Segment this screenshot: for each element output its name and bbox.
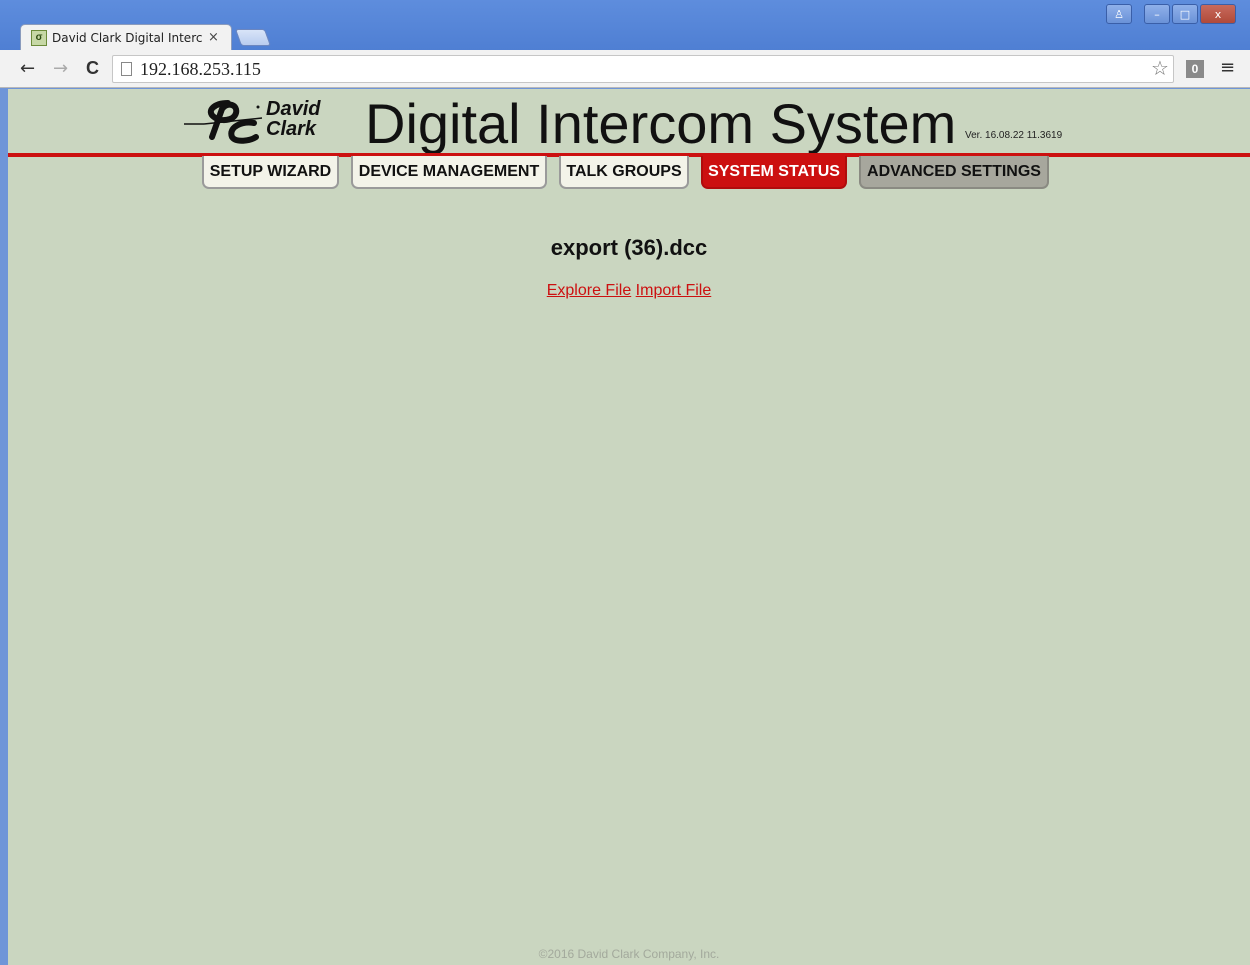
logo-wordmark: David Clark: [266, 99, 320, 139]
close-window-button[interactable]: x: [1200, 4, 1236, 24]
file-actions: Explore File Import File: [8, 282, 1250, 300]
tab-title: David Clark Digital Intercom: [52, 30, 202, 45]
logo-line-david: David: [266, 98, 321, 120]
browser-menu-icon[interactable]: ≡: [1220, 57, 1235, 78]
user-profile-icon[interactable]: ♙: [1106, 4, 1132, 24]
reload-icon[interactable]: C: [86, 58, 99, 79]
version-label: Ver. 16.08.22 11.3619: [965, 130, 1063, 141]
forward-arrow-icon[interactable]: →: [53, 58, 68, 79]
browser-tab[interactable]: σ David Clark Digital Intercom ×: [20, 24, 232, 50]
import-file-link[interactable]: Import File: [636, 282, 712, 299]
explore-file-link[interactable]: Explore File: [547, 282, 631, 299]
browser-titlebar: σ David Clark Digital Intercom × ♙ – □ x: [0, 0, 1250, 50]
window-controls: ♙ – □ x: [1106, 4, 1236, 24]
page-viewport: David Clark Digital Intercom System Ver.…: [8, 89, 1250, 965]
new-tab-button[interactable]: [234, 29, 272, 46]
site-title: Digital Intercom System: [365, 92, 957, 155]
nav-tab-advanced-settings[interactable]: ADVANCED SETTINGS: [859, 156, 1049, 189]
nav-tab-setup-wizard[interactable]: SETUP WIZARD: [202, 156, 339, 189]
nav-tab-system-status[interactable]: SYSTEM STATUS: [701, 156, 847, 189]
nav-tab-talk-groups[interactable]: TALK GROUPS: [559, 156, 689, 189]
page-icon: [121, 62, 132, 76]
browser-toolbar: ← → C 192.168.253.115 ☆ 0 ≡: [0, 50, 1250, 88]
maximize-button[interactable]: □: [1172, 4, 1198, 24]
back-arrow-icon[interactable]: ←: [20, 58, 35, 79]
address-bar[interactable]: 192.168.253.115: [112, 55, 1174, 83]
david-clark-favicon-icon: σ: [31, 29, 47, 46]
nav-tab-device-management[interactable]: DEVICE MANAGEMENT: [351, 156, 547, 189]
minimize-button[interactable]: –: [1144, 4, 1170, 24]
tab-close-icon[interactable]: ×: [208, 30, 219, 45]
bookmark-star-icon[interactable]: ☆: [1151, 56, 1169, 80]
logo-line-clark: Clark: [266, 118, 317, 140]
file-name-heading: export (36).dcc: [550, 235, 708, 260]
main-nav: SETUP WIZARD DEVICE MANAGEMENT TALK GROU…: [8, 156, 1250, 190]
extension-icon[interactable]: 0: [1186, 60, 1204, 78]
copyright-footer: ©2016 David Clark Company, Inc.: [538, 947, 720, 961]
david-clark-logo: David Clark: [184, 97, 344, 147]
site-header: David Clark Digital Intercom System Ver.…: [8, 89, 1250, 157]
url-text: 192.168.253.115: [140, 58, 261, 79]
